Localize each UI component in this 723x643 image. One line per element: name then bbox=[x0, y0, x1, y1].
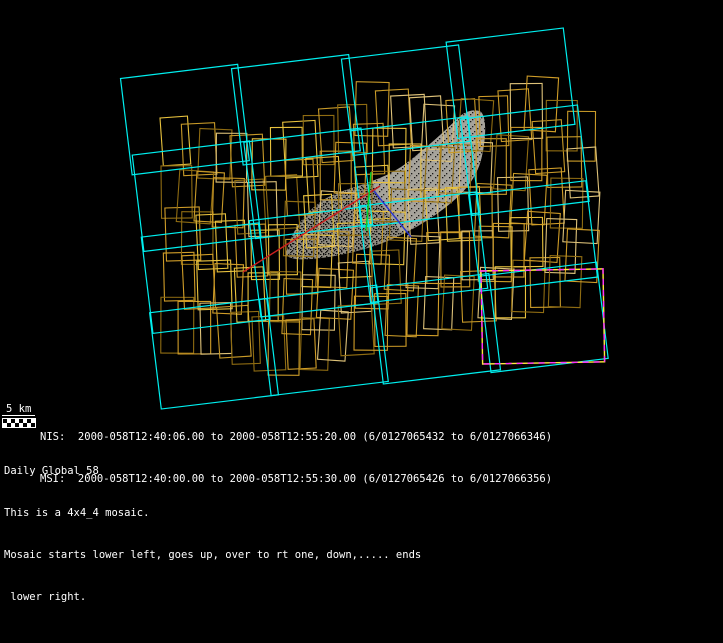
info-description-2: lower right. bbox=[4, 590, 421, 604]
info-block: Daily Global 58 This is a 4x4_4 mosaic. … bbox=[4, 436, 421, 632]
info-mosaic-type: This is a 4x4_4 mosaic. bbox=[4, 506, 421, 520]
scale-bar-label: 5 km bbox=[6, 402, 31, 416]
mosaic-planning-screen: 5 km NIS: 2000-058T12:40:06.00 to 2000-0… bbox=[0, 0, 723, 643]
info-description-1: Mosaic starts lower left, goes up, over … bbox=[4, 548, 421, 562]
scale-bar-checker bbox=[2, 415, 40, 428]
info-title: Daily Global 58 bbox=[4, 464, 421, 478]
